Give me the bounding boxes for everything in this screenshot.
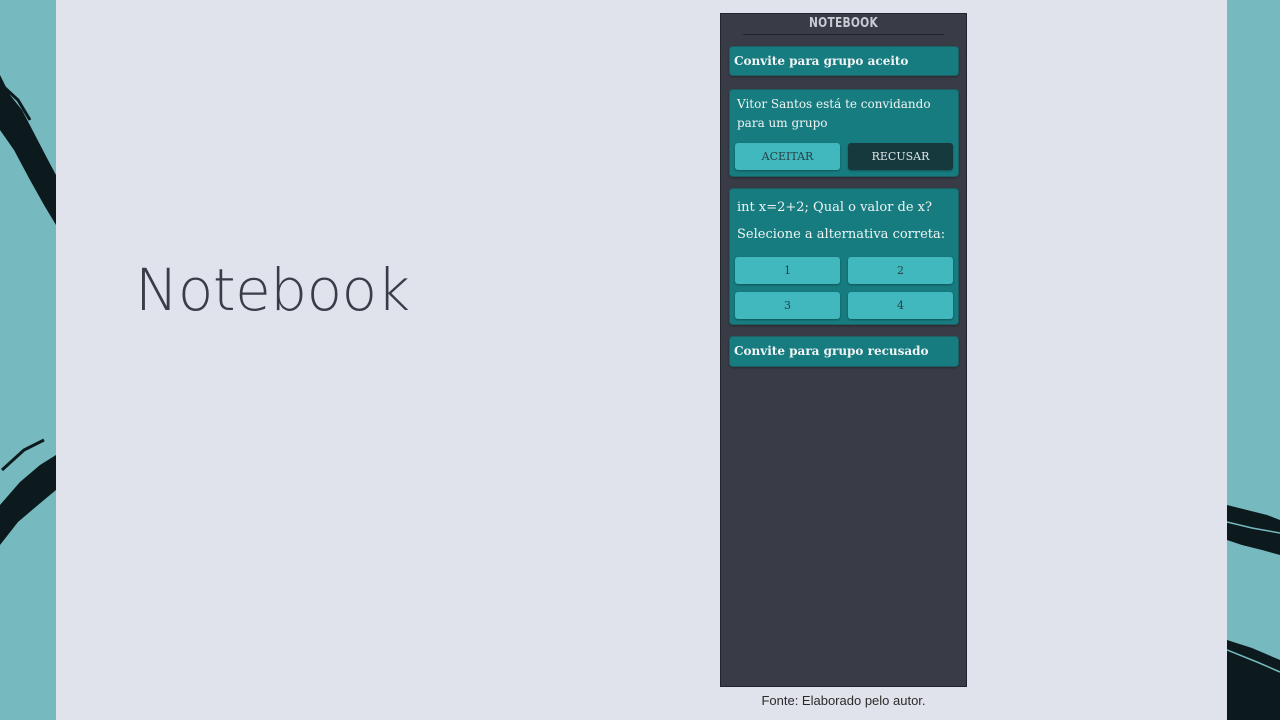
quiz-option-button[interactable]: 3 [735,292,840,319]
brush-stroke-decoration [0,75,56,545]
quiz-option-button[interactable]: 1 [735,257,840,284]
figure-caption: Fonte: Elaborado pelo autor. [761,693,926,708]
decline-button[interactable]: RECUSAR [848,143,953,170]
group-invite-card: Vitor Santos está te convidando para um … [729,89,959,177]
invite-message: Vitor Santos está te convidando para um … [737,97,931,130]
quiz-question: int x=2+2; Qual o valor de x? [737,200,932,215]
quiz-card: int x=2+2; Qual o valor de x? Selecione … [729,188,959,325]
slide-title: Notebook [135,256,410,324]
quiz-prompt: Selecione a alternativa correta: [737,227,946,242]
left-decorative-strip [0,0,56,720]
quiz-option-button[interactable]: 4 [848,292,953,319]
notification-card[interactable]: Convite para grupo aceito [729,46,959,76]
notification-card[interactable]: Convite para grupo recusado [729,336,959,367]
app-header: NOTEBOOK [743,14,944,35]
app-screenshot: NOTEBOOK Convite para grupo aceito Vitor… [720,13,967,687]
right-decorative-strip [1227,0,1280,720]
slide: Notebook NOTEBOOK Convite para grupo ace… [56,0,1227,720]
notification-text: Convite para grupo recusado [734,344,929,358]
accept-button[interactable]: ACEITAR [735,143,840,170]
brush-stroke-decoration [1227,505,1280,720]
notification-text: Convite para grupo aceito [734,54,909,68]
quiz-option-button[interactable]: 2 [848,257,953,284]
